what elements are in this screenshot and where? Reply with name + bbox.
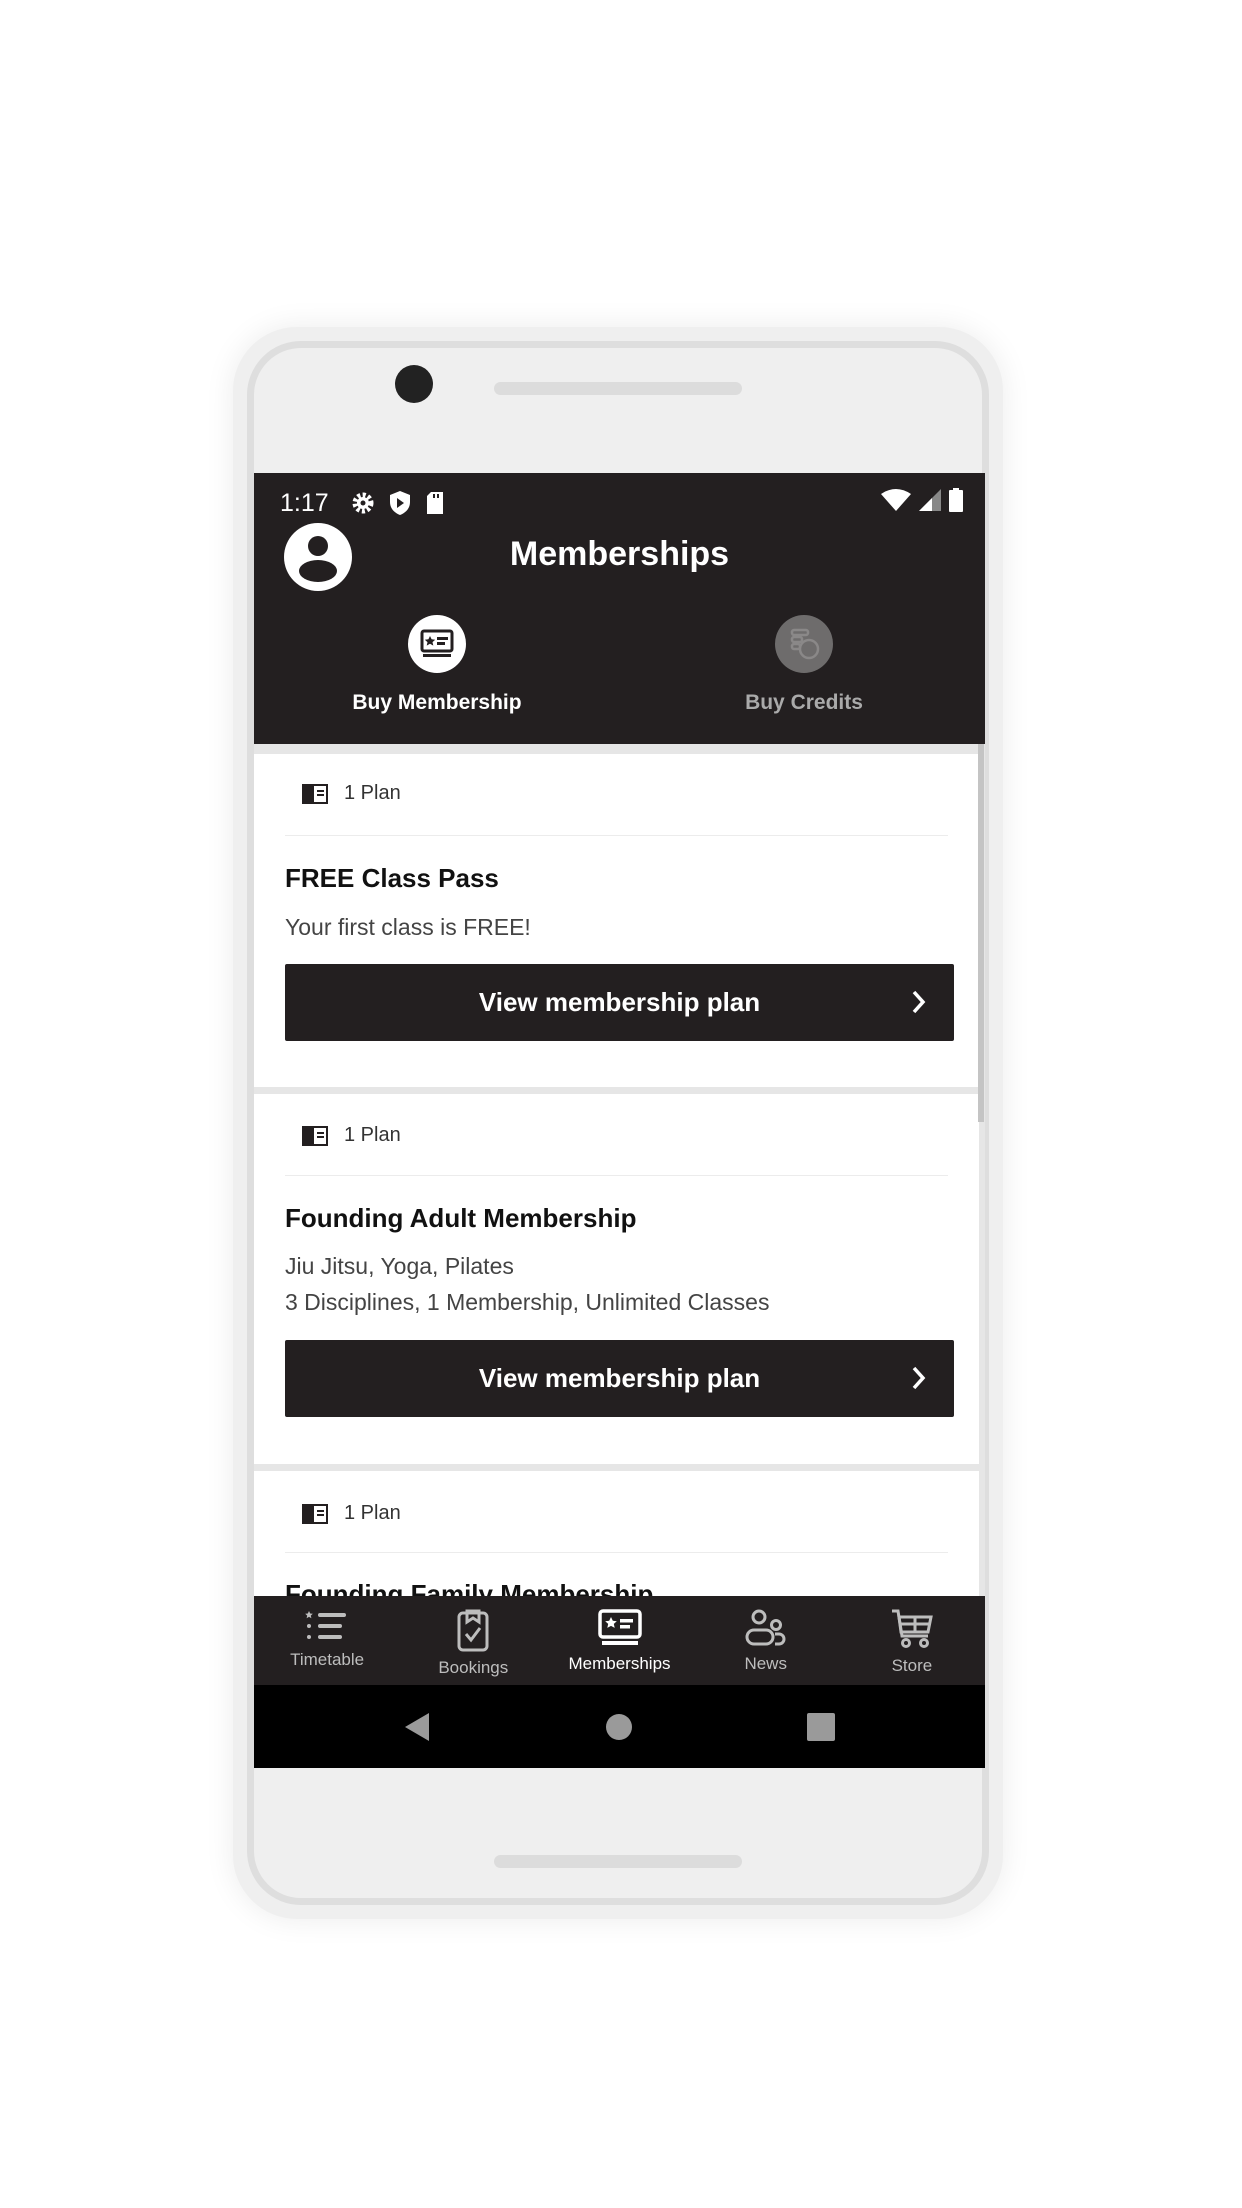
divider bbox=[285, 1175, 948, 1176]
camera bbox=[395, 365, 433, 403]
signal-icon bbox=[919, 488, 941, 518]
nav-memberships[interactable]: Memberships bbox=[546, 1596, 692, 1685]
clipboard-check-icon bbox=[457, 1609, 489, 1652]
tab-label: Buy Credits bbox=[745, 691, 863, 714]
chevron-right-icon bbox=[912, 990, 926, 1014]
tab-buy-credits[interactable]: Buy Credits bbox=[654, 615, 954, 715]
divider bbox=[285, 1552, 948, 1553]
wifi-icon bbox=[881, 488, 911, 518]
card-title: Founding Adult Membership bbox=[285, 1203, 637, 1233]
nav-bookings[interactable]: Bookings bbox=[400, 1596, 546, 1685]
page-title: Memberships bbox=[509, 535, 730, 573]
membership-card: 1 Plan FREE Class Pass Your first class … bbox=[254, 754, 979, 1087]
shield-play-icon bbox=[389, 490, 411, 516]
home-icon[interactable] bbox=[606, 1714, 632, 1740]
speaker-bottom bbox=[494, 1855, 742, 1868]
nav-news[interactable]: News bbox=[693, 1596, 839, 1685]
status-time: 1:17 bbox=[280, 488, 329, 517]
chevron-right-icon bbox=[912, 1366, 926, 1390]
scrollbar[interactable] bbox=[978, 744, 984, 1122]
membership-card: 1 Plan Founding Adult Membership Jiu Jit… bbox=[254, 1094, 979, 1464]
divider bbox=[285, 835, 948, 836]
people-icon bbox=[745, 1609, 786, 1646]
recents-icon[interactable] bbox=[807, 1713, 835, 1741]
nav-timetable[interactable]: Timetable bbox=[254, 1596, 400, 1685]
battery-icon bbox=[949, 487, 963, 519]
plan-count: 1 Plan bbox=[302, 1502, 401, 1525]
membership-card-icon bbox=[597, 1609, 642, 1645]
nav-store[interactable]: Store bbox=[839, 1596, 985, 1685]
app-header: 1:17 Memberships Buy Membership Buy Cred… bbox=[254, 473, 985, 744]
tab-label: Buy Membership bbox=[352, 691, 522, 714]
plan-count: 1 Plan bbox=[302, 1124, 401, 1147]
plan-icon bbox=[302, 1503, 328, 1524]
sd-card-icon bbox=[425, 491, 445, 515]
plan-icon bbox=[302, 783, 328, 804]
back-icon[interactable] bbox=[404, 1712, 430, 1742]
card-description: 3 Disciplines, 1 Membership, Unlimited C… bbox=[285, 1289, 770, 1315]
plan-icon bbox=[302, 1125, 328, 1146]
status-bar: 1:17 bbox=[280, 483, 963, 523]
card-description: Jiu Jitsu, Yoga, Pilates bbox=[285, 1253, 514, 1279]
screen: 1:17 Memberships Buy Membership Buy Cred… bbox=[254, 473, 985, 1768]
system-nav-bar bbox=[254, 1685, 985, 1768]
cart-icon bbox=[891, 1609, 933, 1648]
view-membership-plan-button[interactable]: View membership plan bbox=[285, 1340, 954, 1417]
bottom-nav: Timetable Bookings Memberships News Stor… bbox=[254, 1596, 985, 1685]
speaker-top bbox=[494, 382, 742, 395]
credits-coins-icon bbox=[775, 615, 833, 673]
membership-card-icon bbox=[408, 615, 466, 673]
card-title: FREE Class Pass bbox=[285, 863, 499, 893]
view-membership-plan-button[interactable]: View membership plan bbox=[285, 964, 954, 1041]
gear-icon bbox=[351, 491, 375, 515]
card-description: Your first class is FREE! bbox=[285, 914, 531, 940]
plan-count: 1 Plan bbox=[302, 782, 401, 805]
tab-buy-membership[interactable]: Buy Membership bbox=[287, 615, 587, 715]
timetable-list-icon bbox=[305, 1611, 347, 1639]
